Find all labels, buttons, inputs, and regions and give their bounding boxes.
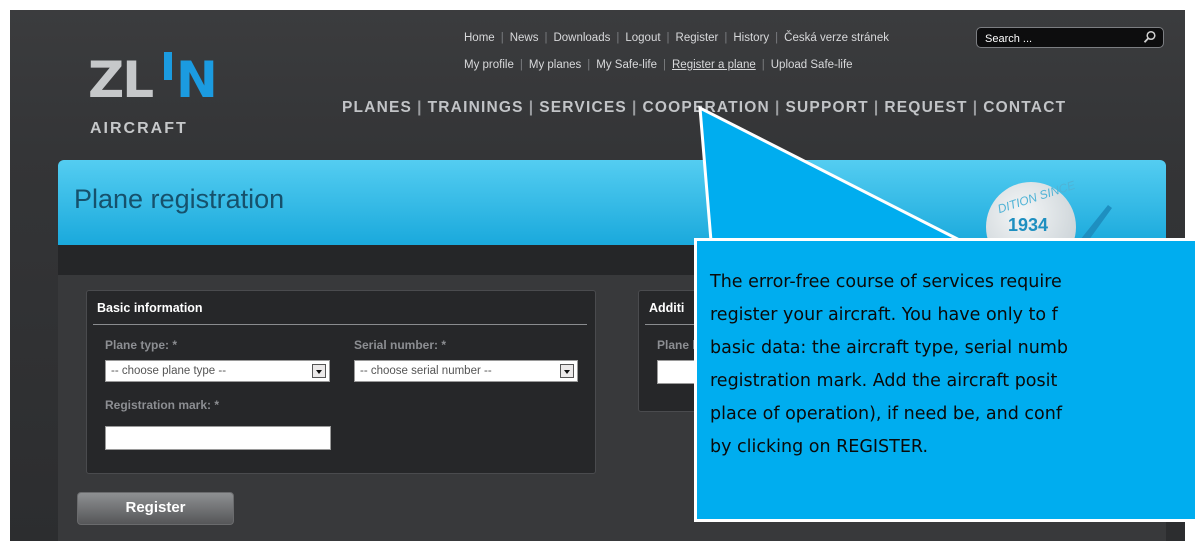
callout-text: The error-free course of services requir…: [710, 266, 1195, 464]
instruction-callout: The error-free course of services requir…: [694, 238, 1195, 522]
callout-line: place of operation), if need be, and con…: [710, 404, 1062, 424]
callout-line: by clicking on REGISTER.: [710, 437, 929, 457]
callout-line: register your aircraft. You have only to…: [710, 305, 1058, 325]
callout-line: registration mark. Add the aircraft posi…: [710, 371, 1058, 391]
callout-line: basic data: the aircraft type, serial nu…: [710, 338, 1069, 358]
callout-line: The error-free course of services requir…: [710, 272, 1062, 292]
